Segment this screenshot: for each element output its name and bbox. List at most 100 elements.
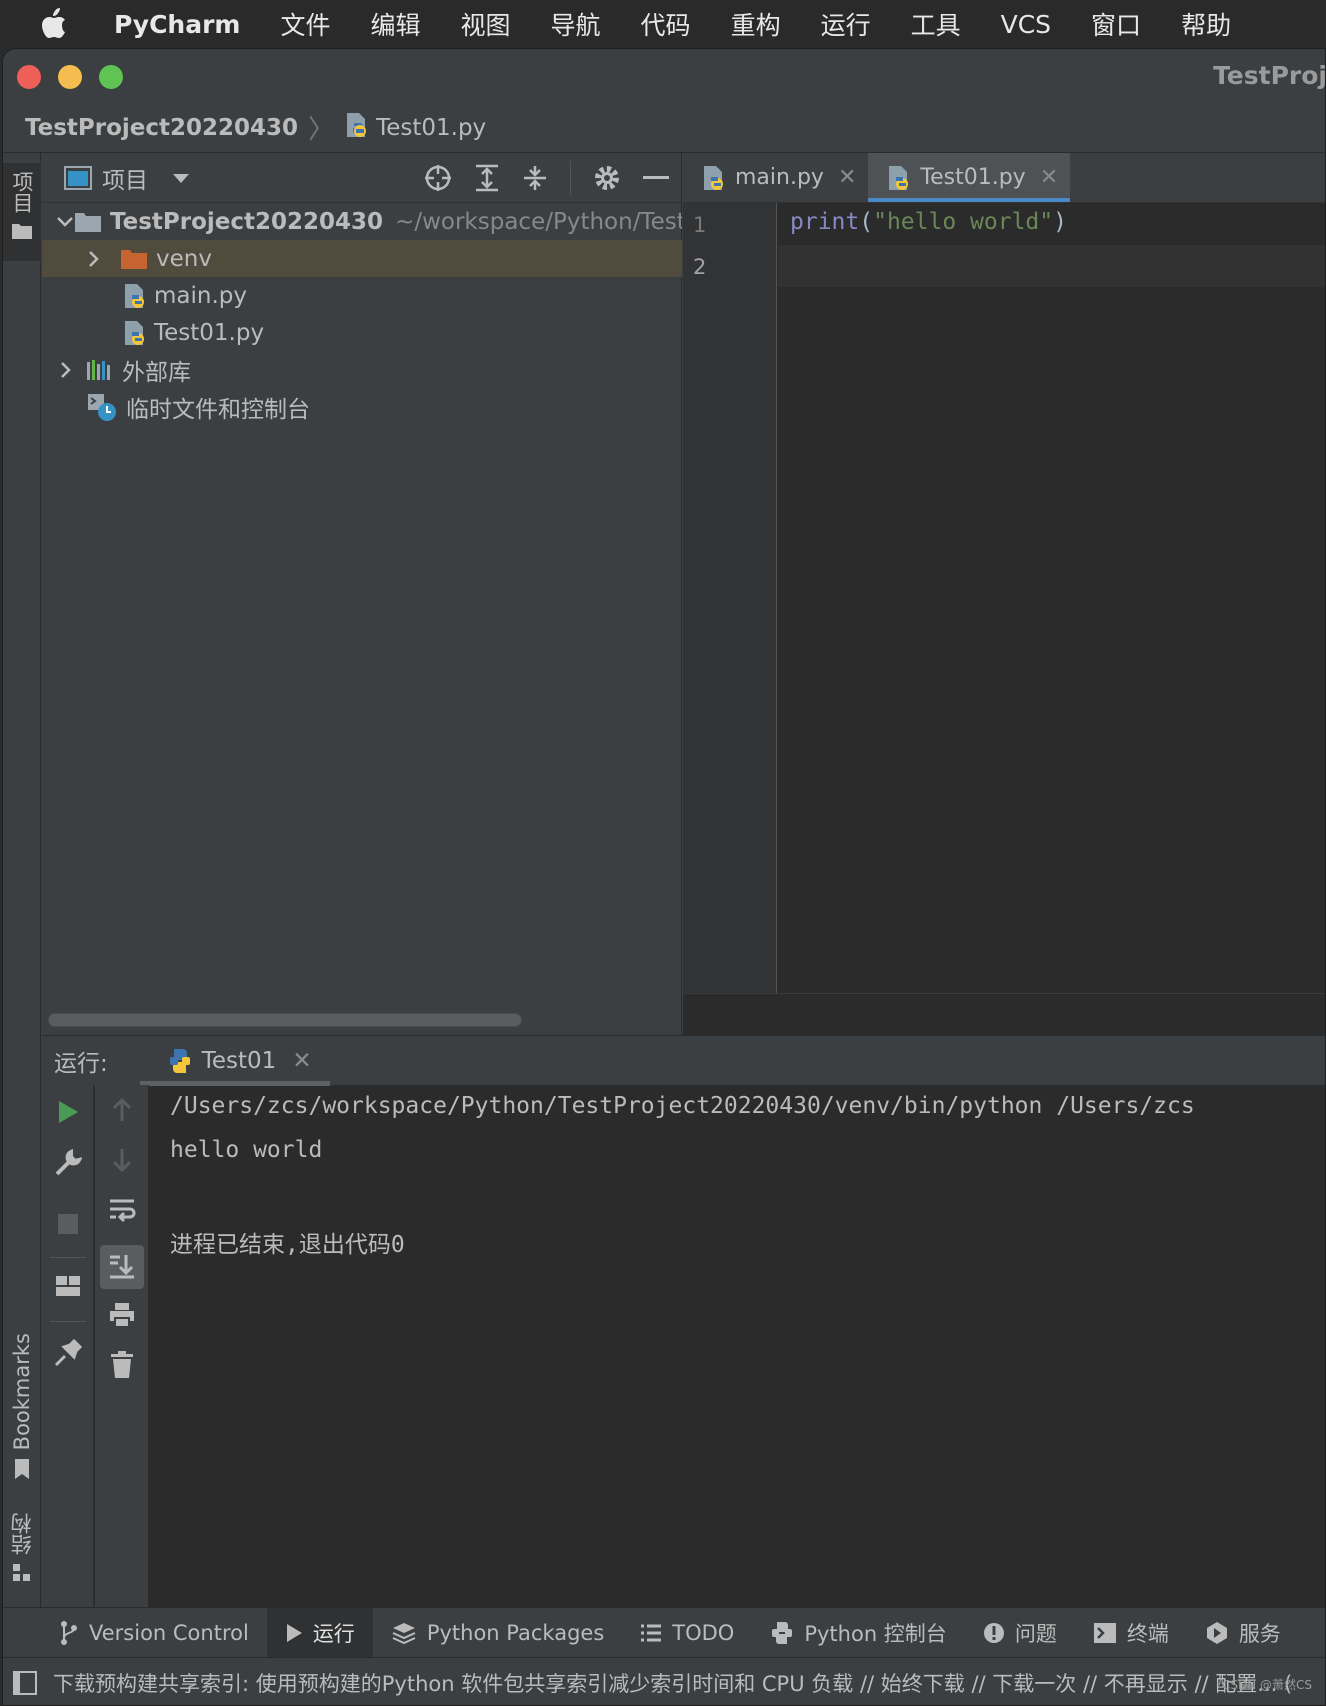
arrow-down-icon[interactable]: [95, 1147, 148, 1173]
project-tool-tab[interactable]: 项目: [3, 163, 41, 261]
tree-item-label: main.py: [154, 282, 247, 309]
python-file-icon: [344, 111, 370, 145]
horizontal-scrollbar[interactable]: [48, 1013, 522, 1027]
breadcrumb-project[interactable]: TestProject20220430: [25, 115, 298, 141]
locate-file-icon[interactable]: [424, 164, 452, 192]
project-panel-toolbar: 项目: [42, 153, 681, 203]
tab-label: 终端: [1126, 1621, 1169, 1646]
library-icon: [86, 358, 114, 382]
menu-app-name[interactable]: PyCharm: [114, 10, 240, 39]
close-icon[interactable]: ✕: [292, 1048, 311, 1074]
tree-item-scratches[interactable]: 临时文件和控制台: [42, 388, 682, 425]
tab-version-control[interactable]: Version Control: [41, 1608, 267, 1658]
layout-icon[interactable]: [42, 1275, 93, 1297]
breadcrumb-file[interactable]: Test01.py: [344, 111, 486, 145]
line-number: 2: [693, 255, 707, 279]
menu-window[interactable]: 窗口: [1091, 6, 1141, 42]
status-message[interactable]: 下载预构建共享索引: 使用预构建的Python 软件包共享索引减少索引时间和 C…: [53, 1668, 1292, 1698]
tab-problems[interactable]: 问题: [965, 1608, 1075, 1658]
chevron-down-icon[interactable]: [56, 216, 74, 228]
menu-navigate[interactable]: 导航: [551, 6, 601, 42]
chevron-right-icon: 〉: [308, 115, 335, 145]
print-icon[interactable]: [95, 1301, 148, 1329]
tab-label: 问题: [1014, 1621, 1057, 1646]
tab-label: main.py: [735, 165, 824, 190]
project-panel-title[interactable]: 项目: [102, 161, 148, 195]
branch-icon: [59, 1620, 79, 1646]
apple-icon[interactable]: [38, 7, 82, 41]
gear-icon[interactable]: [593, 164, 621, 192]
close-window-button[interactable]: [17, 65, 41, 89]
tab-main-py[interactable]: main.py ✕: [683, 153, 868, 202]
menu-code[interactable]: 代码: [641, 6, 691, 42]
tab-python-console[interactable]: Python 控制台: [752, 1608, 964, 1658]
tree-item-main-py[interactable]: main.py: [42, 277, 682, 314]
tab-python-packages[interactable]: Python Packages: [373, 1608, 622, 1658]
soft-wrap-icon[interactable]: [95, 1197, 148, 1225]
watermark: CSDN @萧然CS: [1221, 1678, 1312, 1692]
menu-bar: PyCharm 文件 编辑 视图 导航 代码 重构 运行 工具 VCS 窗口 帮…: [0, 0, 1326, 48]
expand-all-icon[interactable]: [474, 164, 500, 192]
breadcrumb: TestProject20220430 〉 Test01.py: [3, 103, 1325, 153]
console-line: 进程已结束,退出代码0: [170, 1232, 405, 1258]
tree-item-project-root[interactable]: TestProject20220430 ~/workspace/Python/T…: [42, 203, 682, 240]
structure-tool-tab[interactable]: 结构: [3, 1513, 41, 1588]
bookmarks-tool-tab[interactable]: Bookmarks: [3, 1333, 41, 1485]
menu-view[interactable]: 视图: [461, 6, 511, 42]
arrow-up-icon[interactable]: [95, 1097, 148, 1123]
code-line[interactable]: print("hello world"): [778, 203, 1325, 245]
menu-refactor[interactable]: 重构: [731, 6, 781, 42]
bottom-tool-bar: Version Control 运行 Python Packages TODO …: [3, 1607, 1325, 1658]
run-tab-test01[interactable]: Test01 ✕: [139, 1036, 330, 1086]
structure-tool-tab-label: 结构: [10, 1513, 34, 1555]
rerun-icon[interactable]: [42, 1099, 93, 1125]
tab-run[interactable]: 运行: [266, 1607, 373, 1658]
menu-tools[interactable]: 工具: [911, 6, 961, 42]
status-bar: 下载预构建共享索引: 使用预构建的Python 软件包共享索引减少索引时间和 C…: [3, 1657, 1325, 1705]
scroll-to-end-icon[interactable]: [95, 1245, 148, 1289]
menu-edit[interactable]: 编辑: [371, 6, 421, 42]
chevron-right-icon[interactable]: [88, 250, 120, 268]
menu-file[interactable]: 文件: [280, 6, 330, 42]
tree-item-venv[interactable]: venv: [42, 240, 682, 277]
scratch-console-icon: [86, 392, 118, 422]
toolbar-divider: [50, 1257, 86, 1258]
trash-icon[interactable]: [95, 1351, 148, 1379]
code-area[interactable]: print("hello world"): [778, 203, 1325, 993]
editor-panel: main.py ✕ Test01.py ✕ 1 2 print("hello w…: [683, 153, 1325, 1035]
wrench-icon[interactable]: [42, 1149, 93, 1177]
line-number-gutter: 1 2: [683, 203, 777, 993]
zoom-window-button[interactable]: [99, 65, 123, 89]
current-line-highlight[interactable]: [778, 245, 1325, 287]
tree-item-test01-py[interactable]: Test01.py: [42, 314, 682, 351]
tab-terminal[interactable]: 终端: [1075, 1608, 1187, 1658]
stop-icon[interactable]: [42, 1213, 93, 1235]
tab-todo[interactable]: TODO: [622, 1608, 752, 1658]
folder-icon: [74, 211, 102, 233]
python-file-icon: [122, 282, 148, 310]
toolbar-divider: [50, 1321, 86, 1322]
console-output[interactable]: /Users/zcs/workspace/Python/TestProject2…: [150, 1085, 1325, 1607]
close-icon[interactable]: ✕: [1040, 165, 1058, 190]
code-line-text: print("hello world"): [790, 209, 1067, 235]
pin-icon[interactable]: [42, 1339, 93, 1367]
toggle-tool-windows-icon[interactable]: [13, 1670, 37, 1695]
menu-run[interactable]: 运行: [821, 6, 871, 42]
run-toolbar-secondary: [95, 1085, 149, 1607]
collapse-all-icon[interactable]: [522, 164, 548, 192]
chevron-down-icon[interactable]: [172, 172, 190, 184]
left-tool-strip: 项目 Bookmarks 结构: [3, 153, 41, 1607]
tab-label: 服务: [1238, 1621, 1281, 1646]
minimize-window-button[interactable]: [58, 65, 82, 89]
run-icon: [285, 1623, 303, 1643]
menu-help[interactable]: 帮助: [1181, 6, 1231, 42]
menu-vcs[interactable]: VCS: [1001, 10, 1051, 39]
line-number: 1: [693, 213, 707, 237]
close-icon[interactable]: ✕: [838, 165, 856, 190]
tab-services[interactable]: 服务: [1187, 1608, 1299, 1658]
tab-test01-py[interactable]: Test01.py ✕: [868, 153, 1071, 202]
tree-item-external-libraries[interactable]: 外部库: [42, 351, 682, 388]
chevron-right-icon[interactable]: [56, 361, 86, 379]
hide-panel-icon[interactable]: [643, 175, 669, 181]
console-line: hello world: [170, 1137, 323, 1163]
